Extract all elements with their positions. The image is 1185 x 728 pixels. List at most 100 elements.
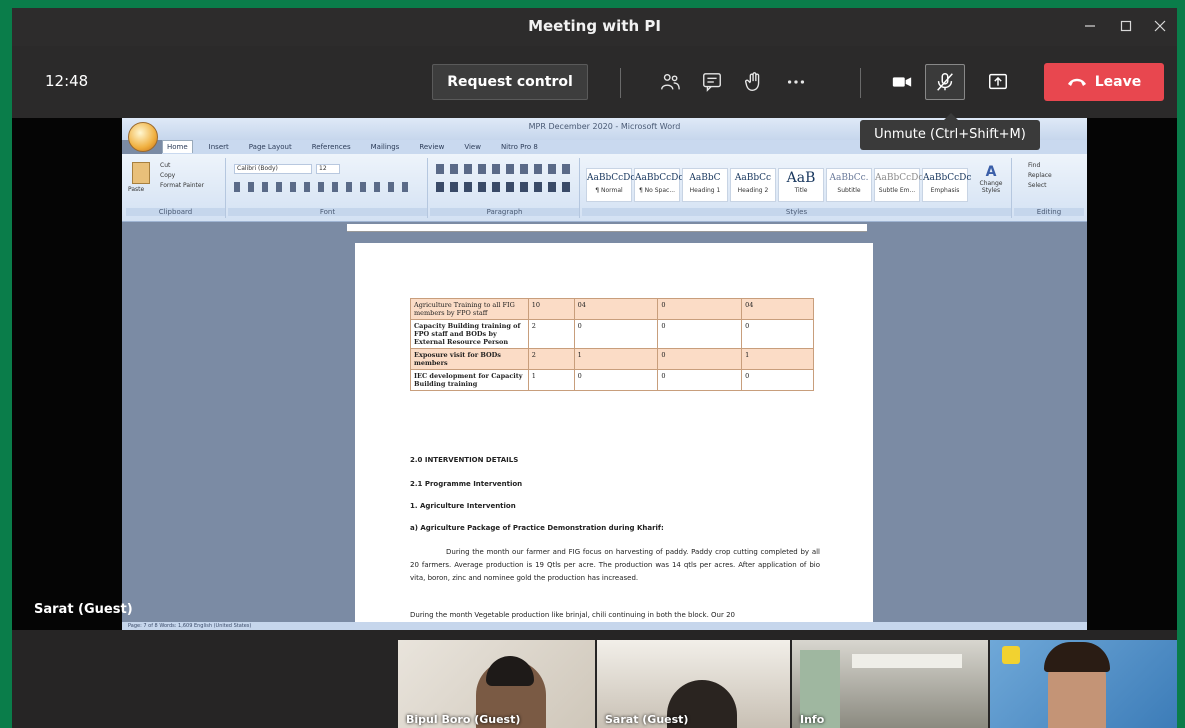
ribbon-tab-mailings: Mailings [370,143,400,151]
style-normal: AaBbCcDc ¶ Normal [586,168,635,202]
group-label-paragraph: Paragraph [430,208,579,216]
table-cell: 1 [741,348,814,370]
style-heading-2: AaBbCc Heading 2 [730,168,776,202]
ribbon-tab-references: References [311,143,351,151]
style-no-spacing: AaBbCcDc ¶ No Spac... [634,168,683,202]
leave-button[interactable]: Leave [1044,63,1164,101]
group-label-clipboard: Clipboard [126,208,225,216]
request-control-button[interactable]: Request control [432,64,588,100]
table-row: IEC development for Capacity Building tr… [410,369,814,391]
minimize-button[interactable] [1076,14,1104,40]
ribbon-group-font: Calibri (Body) 12 Font [228,158,428,218]
table-cell: 0 [657,319,743,349]
ribbon-group-styles: AaBbCcDc ¶ Normal AaBbCcDc ¶ No Spac... Aa… [582,158,1012,218]
participant-name: Info [800,713,825,726]
table-cell: 0 [657,298,743,320]
participant-tile[interactable] [990,640,1177,728]
ribbon-group-editing: Find Replace Select Editing [1014,158,1084,218]
participants-button[interactable] [650,64,690,100]
participant-tile[interactable]: Sarat (Guest) [597,640,790,728]
toolbar-divider [860,68,861,98]
table-cell: 0 [741,319,814,349]
table-cell: Agriculture Training to all FIG members … [410,298,529,320]
ribbon-tab-view: View [464,143,481,151]
participants-icon [661,73,680,90]
mic-button[interactable] [925,64,965,100]
change-styles-button: A Change Styles [974,164,1008,194]
table-cell: 0 [741,369,814,391]
table-cell: 1 [527,369,575,391]
org-logo-icon [1002,646,1020,664]
style-subtitle: AaBbCc. Subtitle [826,168,872,202]
participant-gallery: Bipul Boro (Guest) Sarat (Guest) Info [12,630,1177,728]
table-row: Agriculture Training to all FIG members … [410,298,814,320]
teams-meeting-window: Meeting with PI 12:48 Request control Le… [12,8,1177,728]
doc-heading-programme-intervention: 2.1 Programme Intervention [410,480,523,488]
participant-name: Bipul Boro (Guest) [406,713,521,726]
font-format-icons [234,182,414,192]
paragraph-icons-row2 [436,182,572,192]
table-cell: 04 [741,298,814,320]
table-cell: 0 [573,319,659,349]
meeting-timer: 12:48 [45,72,89,90]
ruler [347,224,867,232]
paragraph-icons-row1 [436,164,572,174]
participant-name: Sarat (Guest) [605,713,689,726]
ribbon-tab-nitro: Nitro Pro 8 [500,143,538,151]
camera-button[interactable] [882,64,922,100]
table-cell: 0 [573,369,659,391]
close-icon [1154,20,1166,32]
ribbon-tab-home: Home [162,140,193,153]
leave-label: Leave [1094,74,1142,90]
table-cell: 0 [657,369,743,391]
table-cell: IEC development for Capacity Building tr… [410,369,529,391]
camera-icon [892,77,912,87]
change-styles-label: Change Styles [979,180,1003,194]
group-label-styles: Styles [582,208,1011,216]
table-cell: 0 [657,348,743,370]
participant-video [486,656,534,686]
group-label-editing: Editing [1014,208,1084,216]
copy-label: Copy [160,172,176,179]
toolbar-divider [620,68,621,98]
table-cell: 10 [527,298,575,320]
document-page: Agriculture Training to all FIG members … [355,243,873,630]
ribbon-group-clipboard: Paste Cut Copy Format Painter Clipboard [126,158,226,218]
more-actions-button[interactable] [776,64,816,100]
paste-label: Paste [128,186,145,193]
group-label-font: Font [228,208,427,216]
share-screen-button[interactable] [978,64,1018,100]
table-cell: 2 [527,348,575,370]
table-row: Capacity Building training of FPO staff … [410,319,814,349]
find-label: Find [1028,162,1041,169]
table-cell: Exposure visit for BODs members [410,348,529,370]
paste-icon [132,162,150,184]
meeting-toolbar: 12:48 Request control Leave [12,46,1177,118]
more-icon [787,80,805,84]
participant-tile[interactable]: Info [792,640,988,728]
window-frame: Meeting with PI 12:48 Request control Le… [0,0,1185,728]
style-title: AaB Title [778,168,824,202]
table-cell: 04 [573,298,659,320]
word-status-bar: Page: 7 of 8 Words: 1,609 English (Unite… [122,622,1087,630]
table-cell: Capacity Building training of FPO staff … [410,319,529,349]
style-heading-1: AaBbC Heading 1 [682,168,728,202]
participant-tile[interactable]: Bipul Boro (Guest) [398,640,595,728]
style-subtle-emphasis: AaBbCcDc Subtle Em... [874,168,923,202]
maximize-button[interactable] [1112,14,1140,40]
word-status-text: Page: 7 of 8 Words: 1,609 English (Unite… [128,623,252,629]
mic-tooltip: Unmute (Ctrl+Shift+M) [860,113,1040,150]
close-button[interactable] [1146,14,1174,40]
style-emphasis: AaBbCcDc Emphasis [922,168,971,202]
window-title: Meeting with PI [528,17,661,35]
format-painter-label: Format Painter [160,182,205,189]
chat-button[interactable] [692,64,732,100]
doc-heading-agriculture-intervention: 1. Agriculture Intervention [410,502,516,510]
word-ribbon: Paste Cut Copy Format Painter Clipboard … [122,154,1087,222]
raise-hand-button[interactable] [734,64,774,100]
shared-word-window: MPR December 2020 - Microsoft Word Home I… [122,118,1087,630]
maximize-icon [1120,20,1132,32]
doc-paragraph: During the month Vegetable production li… [410,611,735,619]
participant-video [852,654,962,668]
replace-label: Replace [1028,172,1052,179]
